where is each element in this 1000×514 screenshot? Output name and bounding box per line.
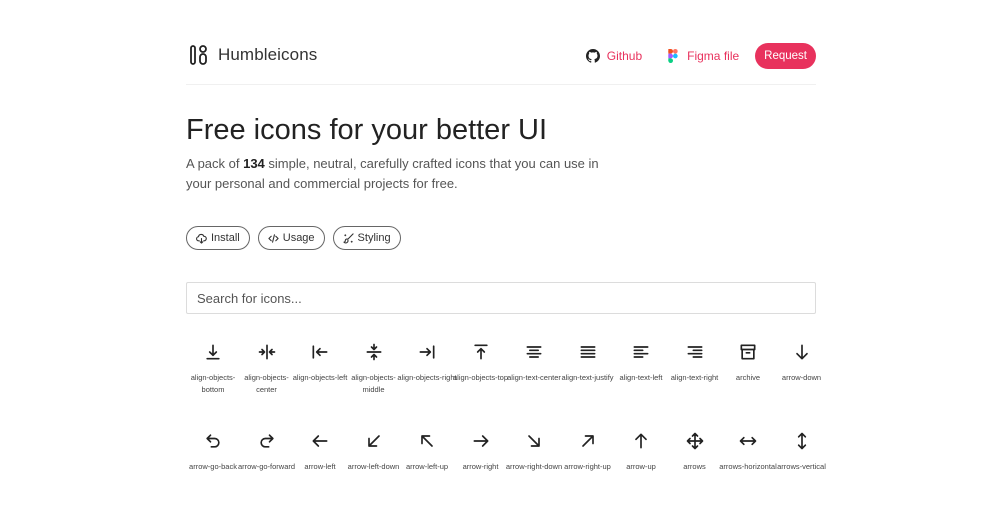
cloud-download-icon xyxy=(196,233,207,244)
doc-buttons: Install Usage Styling xyxy=(186,226,401,250)
brand[interactable]: Humbleicons xyxy=(190,45,317,65)
arrows-icon xyxy=(685,431,705,451)
arrow-left-icon xyxy=(310,431,330,451)
align-objects-top-icon xyxy=(471,342,491,362)
site-header: Humbleicons Github xyxy=(186,0,816,85)
arrow-go-forward-icon xyxy=(257,431,277,451)
styling-label: Styling xyxy=(358,232,391,244)
arrow-up-icon xyxy=(631,431,651,451)
icon-grid: align-objects-bottom align-objects-cente… xyxy=(186,336,826,514)
figma-label: Figma file xyxy=(687,49,739,63)
top-nav: Github Figma file Request xyxy=(586,43,816,69)
desc-prefix: A pack of xyxy=(186,156,243,171)
figma-link[interactable]: Figma file xyxy=(666,49,739,63)
icon-label: arrows-vertical xyxy=(771,461,833,473)
usage-label: Usage xyxy=(283,232,315,244)
align-text-justify-icon xyxy=(578,342,598,362)
align-objects-right-icon xyxy=(417,342,437,362)
align-text-center-icon xyxy=(524,342,544,362)
arrow-left-down-icon xyxy=(364,431,384,451)
arrow-right-up-icon xyxy=(578,431,598,451)
arrow-go-back-icon xyxy=(203,431,223,451)
align-objects-left-icon xyxy=(310,342,330,362)
arrows-horizontal-icon xyxy=(738,431,758,451)
icon-card-arrows-vertical[interactable]: arrows-vertical xyxy=(769,425,835,514)
align-text-right-icon xyxy=(685,342,705,362)
github-label: Github xyxy=(607,49,642,63)
github-link[interactable]: Github xyxy=(586,49,642,63)
brand-name: Humbleicons xyxy=(218,45,317,65)
archive-icon xyxy=(738,342,758,362)
arrow-right-icon xyxy=(471,431,491,451)
align-objects-middle-icon xyxy=(364,342,384,362)
arrow-left-up-icon xyxy=(417,431,437,451)
brush-icon xyxy=(343,233,354,244)
arrows-vertical-icon xyxy=(792,431,812,451)
search-input[interactable] xyxy=(186,282,816,314)
request-button[interactable]: Request xyxy=(755,43,816,69)
icon-label: arrow-down xyxy=(771,372,833,384)
icon-card-arrow-down[interactable]: arrow-down xyxy=(769,336,835,425)
install-label: Install xyxy=(211,232,240,244)
humbleicons-logo-icon xyxy=(190,45,208,65)
align-objects-bottom-icon xyxy=(203,342,223,362)
github-icon xyxy=(586,49,600,63)
align-objects-center-icon xyxy=(257,342,277,362)
figma-icon xyxy=(666,49,680,63)
code-icon xyxy=(268,233,279,244)
icon-count: 134 xyxy=(243,156,265,171)
install-button[interactable]: Install xyxy=(186,226,250,250)
page-title: Free icons for your better UI xyxy=(186,114,547,147)
styling-button[interactable]: Styling xyxy=(333,226,401,250)
arrow-right-down-icon xyxy=(524,431,544,451)
hero-description: A pack of 134 simple, neutral, carefully… xyxy=(186,154,606,194)
align-text-left-icon xyxy=(631,342,651,362)
arrow-down-icon xyxy=(792,342,812,362)
usage-button[interactable]: Usage xyxy=(258,226,325,250)
